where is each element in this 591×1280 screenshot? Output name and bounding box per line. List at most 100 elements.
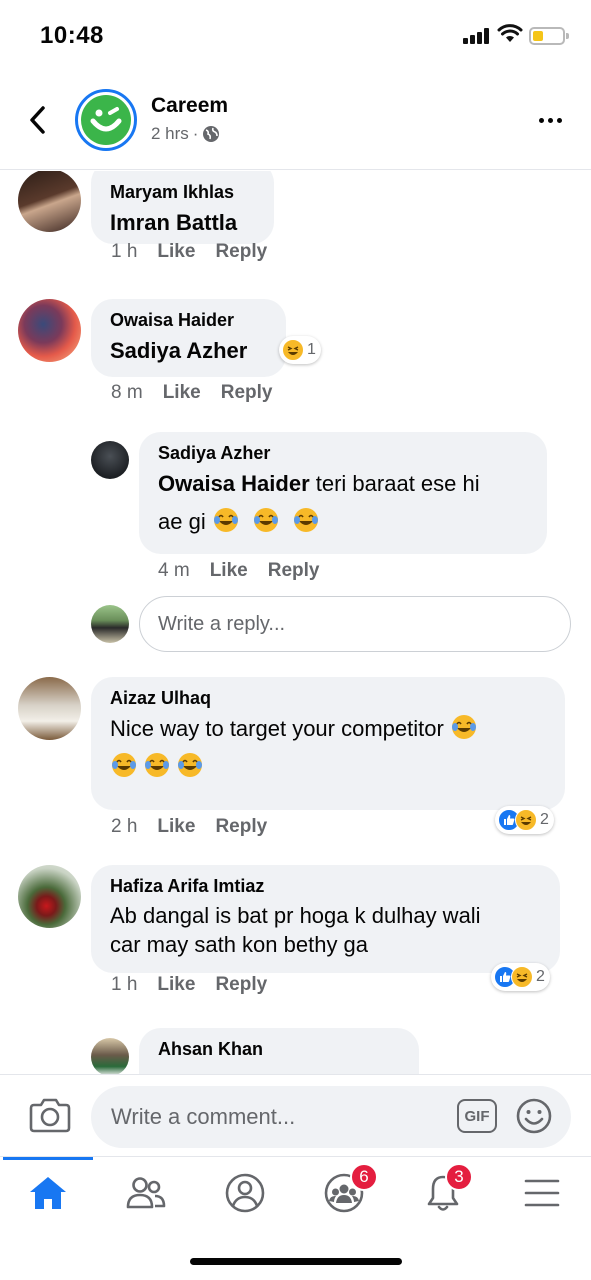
comment-bubble[interactable]: Sadiya Azher Owaisa Haider teri baraat e…: [139, 432, 547, 554]
hamburger-menu-icon: [524, 1179, 560, 1207]
tab-notifications[interactable]: 3: [413, 1163, 473, 1217]
commenter-avatar[interactable]: [91, 1038, 129, 1074]
post-time[interactable]: 2 hrs: [151, 124, 189, 144]
reaction-count[interactable]: 2: [491, 963, 550, 991]
careem-logo-icon: [81, 95, 131, 145]
groups-badge: 6: [350, 1163, 378, 1191]
comment-actions: 4 m Like Reply: [158, 560, 319, 582]
home-indicator[interactable]: [190, 1258, 402, 1265]
smiley-icon: [516, 1098, 552, 1134]
active-tab-indicator: [3, 1157, 93, 1160]
reaction-count[interactable]: 2: [495, 806, 554, 834]
page-name[interactable]: Careem: [151, 94, 228, 118]
comment-input[interactable]: Write a comment...: [91, 1086, 571, 1148]
emoji-button[interactable]: [515, 1097, 553, 1135]
post-header: Careem 2 hrs ·: [0, 70, 591, 170]
comment-actions: 2 h Like Reply: [111, 816, 267, 838]
comment-bubble[interactable]: Ahsan Khan: [139, 1028, 419, 1074]
haha-reaction-icon: [282, 339, 304, 361]
reaction-number: 1: [307, 341, 316, 358]
reply-button[interactable]: Reply: [215, 974, 267, 996]
like-button[interactable]: Like: [157, 974, 195, 996]
comment-author[interactable]: Hafiza Arifa Imtiaz: [110, 874, 542, 898]
more-options-button[interactable]: [530, 106, 570, 134]
reaction-number: 2: [540, 811, 549, 828]
comment-placeholder: Write a comment...: [111, 1104, 296, 1129]
notifications-badge: 3: [445, 1163, 473, 1191]
tears-of-joy-emoji-icon: [145, 753, 169, 777]
haha-reaction-icon: [511, 966, 533, 988]
reply-button[interactable]: Reply: [268, 560, 320, 582]
chevron-left-icon: [30, 106, 45, 134]
comment-time[interactable]: 2 h: [111, 816, 137, 838]
tab-menu[interactable]: [512, 1169, 572, 1217]
meta-separator: ·: [192, 124, 199, 143]
wifi-icon: [497, 24, 523, 44]
comment-bubble[interactable]: Owaisa Haider Sadiya Azher: [91, 299, 286, 377]
globe-icon: [203, 126, 220, 142]
comment-time[interactable]: 1 h: [111, 241, 137, 263]
comment-bubble[interactable]: Hafiza Arifa Imtiaz Ab dangal is bat pr …: [91, 865, 560, 973]
status-bar: 10:48: [0, 0, 591, 70]
tears-of-joy-emoji-icon: [451, 715, 476, 739]
reply-button[interactable]: Reply: [215, 241, 267, 263]
comment-author[interactable]: Maryam Ikhlas: [110, 180, 256, 204]
tears-of-joy-emoji-icon: [213, 508, 238, 532]
tears-of-joy-emoji-icon: [112, 753, 136, 777]
tab-groups[interactable]: 6: [314, 1163, 378, 1217]
tab-home[interactable]: [18, 1169, 78, 1217]
tears-of-joy-emoji-icon: [178, 753, 202, 777]
commenter-avatar[interactable]: [18, 171, 81, 232]
tears-of-joy-emoji-icon: [253, 508, 278, 532]
profile-icon: [225, 1173, 265, 1213]
comment-author[interactable]: Ahsan Khan: [158, 1037, 401, 1061]
comment-bubble[interactable]: Maryam Ikhlas Imran Battla: [91, 171, 274, 244]
haha-reaction-icon: [515, 809, 537, 831]
comment-mention[interactable]: Imran Battla: [110, 204, 256, 242]
post-meta: 2 hrs ·: [151, 124, 220, 144]
comment-mention[interactable]: Sadiya Azher: [110, 332, 268, 370]
comment-actions: 1 h Like Reply: [111, 241, 267, 263]
back-button[interactable]: [20, 98, 54, 142]
like-button[interactable]: Like: [157, 816, 195, 838]
reply-placeholder: Write a reply...: [158, 612, 286, 635]
like-button[interactable]: Like: [163, 382, 201, 404]
comment-actions: 8 m Like Reply: [111, 382, 272, 404]
comment-author[interactable]: Owaisa Haider: [110, 308, 268, 332]
gif-button[interactable]: GIF: [457, 1099, 497, 1133]
comment-text: Owaisa Haider teri baraat ese hi ae gi: [158, 471, 480, 534]
comment-author[interactable]: Sadiya Azher: [158, 441, 529, 465]
cellular-signal-icon: [463, 28, 491, 44]
comment-bubble[interactable]: Aizaz Ulhaq Nice way to target your comp…: [91, 677, 565, 810]
battery-icon: [529, 27, 569, 45]
reply-button[interactable]: Reply: [221, 382, 273, 404]
comment-text: Nice way to target your competitor: [110, 710, 547, 786]
camera-button[interactable]: [28, 1095, 72, 1135]
tears-of-joy-emoji-icon: [294, 508, 319, 532]
like-button[interactable]: Like: [210, 560, 248, 582]
comment-time[interactable]: 8 m: [111, 382, 143, 404]
comment-actions: 1 h Like Reply: [111, 974, 267, 996]
reply-input[interactable]: Write a reply...: [139, 596, 571, 652]
comment-time[interactable]: 1 h: [111, 974, 137, 996]
page-avatar[interactable]: [75, 89, 137, 151]
comment-text: Ab dangal is bat pr hoga k dulhay wali c…: [110, 903, 481, 957]
reaction-count[interactable]: 1: [279, 336, 321, 364]
comment-mention[interactable]: Owaisa Haider: [158, 471, 310, 496]
reply-button[interactable]: Reply: [215, 816, 267, 838]
commenter-avatar[interactable]: [91, 441, 129, 479]
like-button[interactable]: Like: [157, 241, 195, 263]
comment-author[interactable]: Aizaz Ulhaq: [110, 686, 547, 710]
home-icon: [30, 1177, 66, 1209]
status-time: 10:48: [40, 22, 104, 49]
commenter-avatar[interactable]: [18, 677, 81, 740]
comment-composer: Write a comment... GIF: [0, 1074, 591, 1156]
tab-profile[interactable]: [215, 1169, 275, 1217]
reaction-number: 2: [536, 968, 545, 985]
commenter-avatar[interactable]: [18, 299, 81, 362]
current-user-avatar: [91, 605, 129, 643]
friends-icon: [126, 1177, 166, 1209]
commenter-avatar[interactable]: [18, 865, 81, 928]
comment-time[interactable]: 4 m: [158, 560, 190, 582]
tab-friends[interactable]: [116, 1169, 176, 1217]
